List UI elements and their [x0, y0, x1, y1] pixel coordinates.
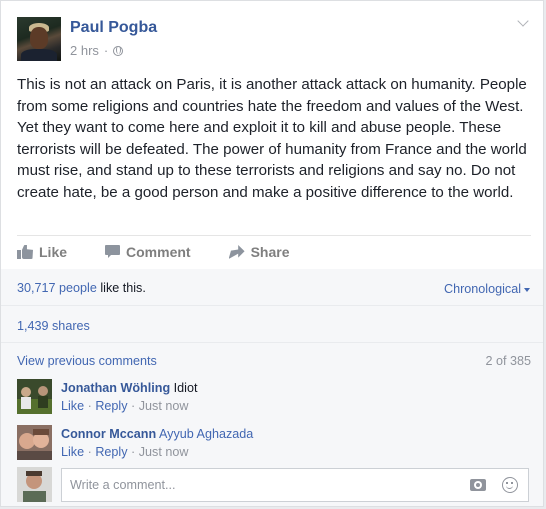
- comment-text: Idiot: [173, 381, 198, 395]
- comment-timestamp[interactable]: Just now: [139, 399, 189, 413]
- post-timestamp[interactable]: 2 hrs: [70, 43, 99, 58]
- commenter-name[interactable]: Connor Mccann: [61, 427, 156, 441]
- comment-actions: Like · Reply · Just now: [61, 399, 189, 413]
- current-user-avatar[interactable]: [17, 467, 52, 502]
- comment-icon: [105, 245, 121, 259]
- tagged-user-link[interactable]: Ayyub Aghazada: [159, 427, 253, 441]
- commenter-avatar[interactable]: [17, 425, 52, 460]
- share-label: Share: [250, 244, 290, 260]
- post-header: Paul Pogba 2 hrs ·: [17, 15, 529, 61]
- divider: [17, 235, 531, 236]
- divider: [1, 305, 543, 306]
- post-actions: Like Comment Share: [17, 241, 328, 263]
- comment-like-link[interactable]: Like: [61, 445, 84, 459]
- comment-input[interactable]: [68, 477, 452, 493]
- comment-item: Jonathan Wöhling Idiot Like · Reply · Ju…: [17, 379, 531, 419]
- comment-label: Comment: [126, 244, 191, 260]
- share-icon: [229, 245, 245, 259]
- comment-body: Connor Mccann Ayyub Aghazada Like · Repl…: [61, 425, 253, 461]
- like-button[interactable]: Like: [17, 241, 67, 263]
- post-card: Paul Pogba 2 hrs · This is not an attack…: [0, 0, 544, 507]
- camera-icon[interactable]: [470, 479, 486, 491]
- comment-pager-count: 2 of 385: [485, 354, 531, 368]
- meta-separator: ·: [103, 43, 109, 58]
- author-avatar[interactable]: [17, 17, 61, 61]
- comment-body: Jonathan Wöhling Idiot Like · Reply · Ju…: [61, 379, 197, 415]
- shares-row: 1,439 shares: [17, 319, 531, 333]
- comment-item: Connor Mccann Ayyub Aghazada Like · Repl…: [17, 425, 531, 465]
- comment-like-link[interactable]: Like: [61, 399, 84, 413]
- view-previous-comments-link[interactable]: View previous comments: [17, 354, 157, 368]
- post-text: This is not an attack on Paris, it is an…: [17, 76, 527, 201]
- likes-suffix: like this.: [100, 281, 146, 295]
- comment-reply-link[interactable]: Reply: [95, 399, 127, 413]
- likes-count-link[interactable]: 30,717 people: [17, 281, 97, 295]
- comment-order-label: Chronological: [443, 282, 521, 296]
- chevron-down-icon[interactable]: [517, 17, 529, 29]
- like-label: Like: [39, 244, 68, 260]
- feedback-section: 30,717 people like this. Chronological 1…: [1, 269, 543, 506]
- caret-down-icon: [524, 287, 530, 292]
- emoji-icon[interactable]: [502, 477, 518, 493]
- comments-nav: View previous comments 2 of 385: [17, 354, 531, 368]
- author-name[interactable]: Paul Pogba: [70, 19, 157, 37]
- share-button[interactable]: Share: [229, 241, 290, 263]
- comment-order-dropdown[interactable]: Chronological: [444, 282, 530, 296]
- commenter-avatar[interactable]: [17, 379, 52, 414]
- comment-composer: [61, 468, 529, 502]
- comment-reply-link[interactable]: Reply: [95, 445, 127, 459]
- comment-button[interactable]: Comment: [105, 241, 191, 263]
- thumbs-up-icon: [17, 245, 33, 259]
- post-meta: 2 hrs ·: [70, 43, 124, 58]
- comment-actions: Like · Reply · Just now: [61, 445, 189, 459]
- globe-icon: [113, 45, 124, 56]
- divider: [1, 342, 543, 343]
- comment-timestamp[interactable]: Just now: [139, 445, 189, 459]
- commenter-name[interactable]: Jonathan Wöhling: [61, 381, 170, 395]
- shares-link[interactable]: 1,439 shares: [17, 319, 90, 333]
